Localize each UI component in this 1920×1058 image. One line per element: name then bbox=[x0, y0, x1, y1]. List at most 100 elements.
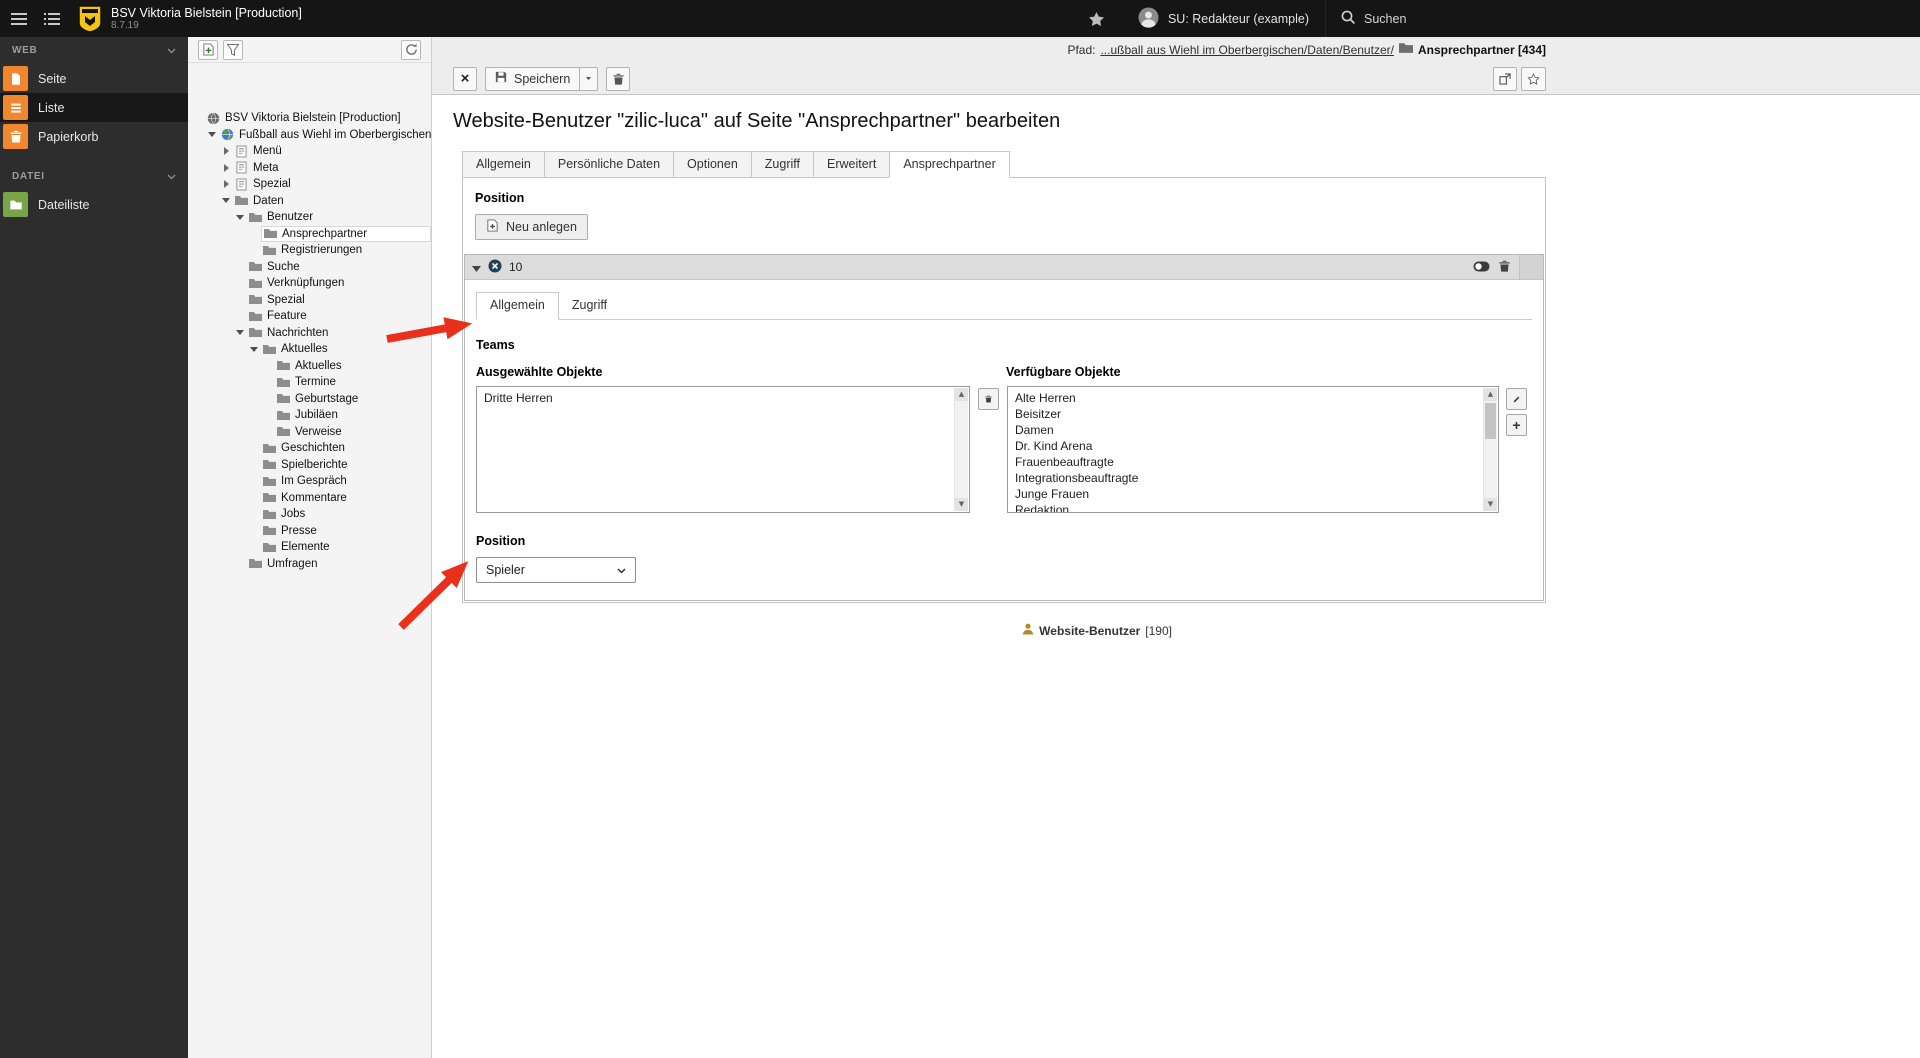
remove-item-button[interactable] bbox=[978, 388, 999, 410]
user-menu[interactable]: SU: Redakteur (example) bbox=[1122, 0, 1325, 37]
tree-node-spezial[interactable]: Spezial bbox=[188, 176, 431, 193]
module-menu-item-dateiliste[interactable]: Dateiliste bbox=[0, 190, 188, 219]
position-select[interactable]: Spieler bbox=[476, 557, 636, 583]
selected-objects-select[interactable]: Dritte Herren ▲ ▼ bbox=[476, 386, 970, 513]
select-option[interactable]: Dr. Kind Arena bbox=[1013, 438, 1480, 454]
tree-node-aktuelles[interactable]: Aktuelles bbox=[188, 341, 431, 358]
inline-record-header[interactable]: 10 bbox=[465, 255, 1543, 280]
tree-toggle-icon[interactable] bbox=[219, 198, 233, 204]
select-option[interactable]: Dritte Herren bbox=[482, 390, 951, 406]
filter-icon[interactable] bbox=[223, 39, 243, 60]
select-option[interactable]: Redaktion bbox=[1013, 502, 1480, 512]
tree-node-label: Aktuelles bbox=[281, 343, 328, 356]
scroll-up-icon[interactable]: ▲ bbox=[1484, 388, 1497, 401]
tree-toggle-icon[interactable] bbox=[205, 132, 219, 138]
site-logo[interactable] bbox=[78, 4, 102, 33]
bookmark-button[interactable] bbox=[1521, 66, 1546, 91]
select-option[interactable]: Damen bbox=[1013, 422, 1480, 438]
drag-handle[interactable] bbox=[1519, 255, 1543, 279]
tree-toggle-icon[interactable] bbox=[219, 147, 233, 156]
tab-persönliche-daten[interactable]: Persönliche Daten bbox=[543, 151, 675, 178]
tree-node-kommentare[interactable]: Kommentare bbox=[188, 490, 431, 507]
tree-node-spielberichte[interactable]: Spielberichte bbox=[188, 457, 431, 474]
edit-button[interactable] bbox=[1506, 388, 1527, 410]
tab-erweitert[interactable]: Erweitert bbox=[812, 151, 891, 178]
save-split-button: Speichern bbox=[485, 66, 599, 91]
select-option[interactable]: Beisitzer bbox=[1013, 406, 1480, 422]
path-link[interactable]: ...ußball aus Wiehl im Oberbergischen/Da… bbox=[1100, 43, 1393, 57]
tab-ansprechpartner[interactable]: Ansprechpartner bbox=[889, 151, 1010, 178]
inline-tab-allgemein[interactable]: Allgemein bbox=[476, 292, 559, 320]
scrollbar-thumb[interactable] bbox=[1485, 403, 1496, 439]
menu-toggle-icon[interactable] bbox=[10, 12, 27, 25]
tree-node-aktuelles[interactable]: Aktuelles bbox=[188, 358, 431, 375]
tree-toggle-icon[interactable] bbox=[233, 214, 247, 220]
module-section-header-web[interactable]: WEB bbox=[0, 37, 188, 64]
scrollbar[interactable]: ▲ ▼ bbox=[1483, 388, 1497, 511]
tree-node-fußball-aus-wiehl-im-oberbergischen[interactable]: Fußball aus Wiehl im Oberbergischen bbox=[188, 127, 431, 144]
toggle-visibility-icon[interactable] bbox=[1473, 260, 1490, 275]
tree-node-spezial[interactable]: Spezial bbox=[188, 292, 431, 309]
scrollbar[interactable]: ▲ ▼ bbox=[954, 388, 968, 511]
list-view-icon[interactable] bbox=[43, 12, 60, 25]
open-new-window-button[interactable] bbox=[1493, 66, 1517, 91]
footer-record-name[interactable]: Website-Benutzer bbox=[1039, 624, 1140, 638]
tab-zugriff[interactable]: Zugriff bbox=[750, 151, 814, 178]
tree-node-benutzer[interactable]: Benutzer bbox=[188, 209, 431, 226]
tree-node-umfragen[interactable]: Umfragen bbox=[188, 556, 431, 573]
folder-icon bbox=[262, 228, 279, 239]
module-section-header-datei[interactable]: DATEI bbox=[0, 163, 188, 190]
tree-node-suche[interactable]: Suche bbox=[188, 259, 431, 276]
tree-node-geburtstage[interactable]: Geburtstage bbox=[188, 391, 431, 408]
inline-tab-zugriff[interactable]: Zugriff bbox=[558, 292, 621, 319]
refresh-icon[interactable] bbox=[401, 39, 421, 60]
tree-toggle-icon[interactable] bbox=[219, 163, 233, 172]
create-new-button[interactable]: Neu anlegen bbox=[475, 214, 588, 240]
tree-node-jubiläen[interactable]: Jubiläen bbox=[188, 407, 431, 424]
bookmark-star-icon[interactable] bbox=[1071, 0, 1122, 37]
folder-icon bbox=[247, 212, 264, 223]
scroll-down-icon[interactable]: ▼ bbox=[955, 498, 968, 511]
tree-node-nachrichten[interactable]: Nachrichten bbox=[188, 325, 431, 342]
tree-node-geschichten[interactable]: Geschichten bbox=[188, 440, 431, 457]
save-button[interactable]: Speichern bbox=[485, 66, 580, 91]
collapse-icon[interactable] bbox=[472, 260, 481, 275]
tree-toggle-icon[interactable] bbox=[233, 330, 247, 336]
tree-node-registrierungen[interactable]: Registrierungen bbox=[188, 242, 431, 259]
tree-node-verknüpfungen[interactable]: Verknüpfungen bbox=[188, 275, 431, 292]
tree-toggle-icon[interactable] bbox=[219, 180, 233, 189]
tree-node-jobs[interactable]: Jobs bbox=[188, 506, 431, 523]
delete-record-icon[interactable] bbox=[1499, 260, 1510, 275]
tree-node-daten[interactable]: Daten bbox=[188, 193, 431, 210]
tree-node-presse[interactable]: Presse bbox=[188, 523, 431, 540]
tree-node-bsv-viktoria-bielstein-production-[interactable]: BSV Viktoria Bielstein [Production] bbox=[188, 110, 431, 127]
close-button[interactable]: × bbox=[453, 66, 477, 91]
tree-node-elemente[interactable]: Elemente bbox=[188, 539, 431, 556]
module-menu-item-papierkorb[interactable]: Papierkorb bbox=[0, 122, 188, 151]
new-page-icon[interactable] bbox=[198, 39, 218, 60]
select-option[interactable]: Integrationsbeauftragte bbox=[1013, 470, 1480, 486]
tree-node-meta[interactable]: Meta bbox=[188, 160, 431, 177]
scroll-up-icon[interactable]: ▲ bbox=[955, 388, 968, 401]
scroll-down-icon[interactable]: ▼ bbox=[1484, 498, 1497, 511]
tree-node-feature[interactable]: Feature bbox=[188, 308, 431, 325]
doc-header: Pfad: ...ußball aus Wiehl im Oberbergisc… bbox=[432, 37, 1920, 95]
select-option[interactable]: Frauenbeauftragte bbox=[1013, 454, 1480, 470]
module-menu-item-seite[interactable]: Seite bbox=[0, 64, 188, 93]
tree-node-menü[interactable]: Menü bbox=[188, 143, 431, 160]
select-option[interactable]: Junge Frauen bbox=[1013, 486, 1480, 502]
save-dropdown-toggle[interactable] bbox=[579, 66, 599, 91]
tab-allgemein[interactable]: Allgemein bbox=[462, 151, 545, 178]
delete-button[interactable] bbox=[606, 66, 631, 91]
select-option[interactable]: Alte Herren bbox=[1013, 390, 1480, 406]
tab-optionen[interactable]: Optionen bbox=[673, 151, 752, 178]
tree-node-im-gespräch[interactable]: Im Gespräch bbox=[188, 473, 431, 490]
module-menu-item-liste[interactable]: Liste bbox=[0, 93, 188, 122]
available-objects-select[interactable]: Alte Herren Beisitzer Damen Dr. Kind Arena F… bbox=[1007, 386, 1499, 513]
tree-node-verweise[interactable]: Verweise bbox=[188, 424, 431, 441]
search-box[interactable]: Suchen bbox=[1325, 0, 1920, 37]
tree-node-termine[interactable]: Termine bbox=[188, 374, 431, 391]
add-button[interactable]: + bbox=[1506, 414, 1527, 436]
tree-toggle-icon[interactable] bbox=[247, 346, 261, 352]
tree-node-ansprechpartner[interactable]: Ansprechpartner bbox=[188, 225, 431, 242]
